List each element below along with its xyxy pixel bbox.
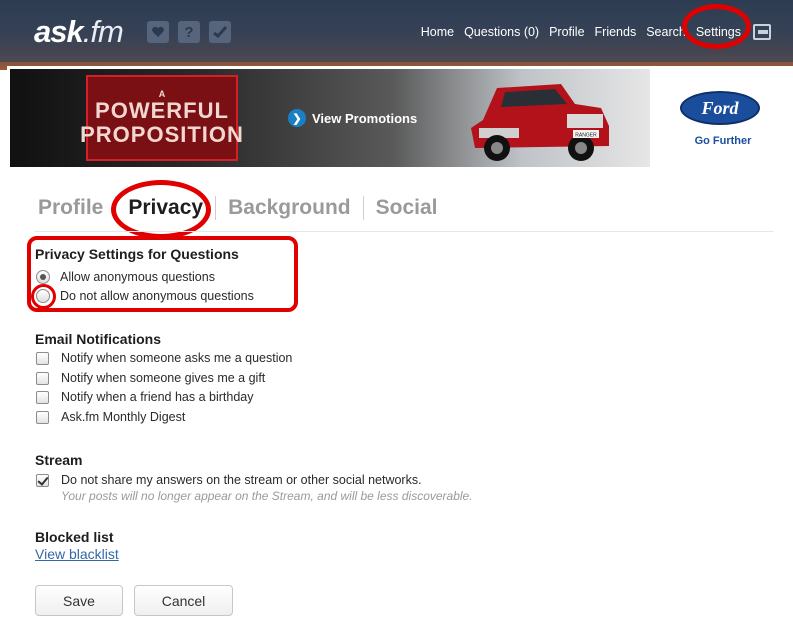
radio-allow-anonymous[interactable]: Allow anonymous questions bbox=[36, 270, 215, 284]
nav-settings[interactable]: Settings bbox=[696, 25, 741, 39]
email-option-question[interactable]: Notify when someone asks me a question bbox=[36, 351, 292, 365]
tab-background[interactable]: Background bbox=[224, 196, 355, 220]
stream-section-title: Stream bbox=[35, 452, 83, 468]
ford-panel: Ford Go Further bbox=[650, 69, 790, 167]
nav-home[interactable]: Home bbox=[421, 25, 454, 39]
exit-icon[interactable] bbox=[753, 24, 771, 40]
checkbox[interactable] bbox=[36, 410, 49, 424]
blocked-section-title: Blocked list bbox=[35, 529, 114, 545]
ad-headline-line2: PROPOSITION bbox=[80, 122, 244, 147]
ad-headline: A POWERFUL PROPOSITION bbox=[80, 75, 243, 161]
check-icon[interactable] bbox=[209, 21, 231, 43]
nav-search[interactable]: Search bbox=[646, 25, 686, 39]
checkbox-label: Do not share my answers on the stream or… bbox=[61, 473, 422, 487]
email-option-birthday[interactable]: Notify when a friend has a birthday bbox=[36, 390, 253, 404]
main-nav: Home Questions (0) Profile Friends Searc… bbox=[421, 22, 793, 42]
ford-logo: Ford bbox=[680, 91, 760, 125]
checkbox[interactable] bbox=[36, 390, 49, 404]
truck-image: RANGER bbox=[471, 84, 609, 161]
promo-label: View Promotions bbox=[312, 110, 418, 126]
radio-disallow-anonymous[interactable]: Do not allow anonymous questions bbox=[36, 289, 254, 303]
radio-button[interactable] bbox=[36, 270, 50, 284]
checkbox-label: Notify when a friend has a birthday bbox=[61, 390, 254, 404]
stream-option[interactable]: Do not share my answers on the stream or… bbox=[36, 473, 422, 487]
tabs-divider bbox=[34, 231, 774, 232]
cancel-button[interactable]: Cancel bbox=[134, 585, 233, 616]
stream-hint: Your posts will no longer appear on the … bbox=[61, 489, 473, 503]
nav-questions[interactable]: Questions (0) bbox=[464, 25, 539, 39]
ad-headline-line1: POWERFUL bbox=[95, 98, 229, 123]
logo-text: ask bbox=[34, 14, 84, 49]
checkbox[interactable] bbox=[36, 351, 49, 365]
banner-ad[interactable]: A POWERFUL PROPOSITION ❯ View Promotions… bbox=[7, 66, 793, 170]
chevron-right-icon: ❯ bbox=[288, 109, 306, 127]
nav-profile[interactable]: Profile bbox=[549, 25, 584, 39]
nav-friends[interactable]: Friends bbox=[595, 25, 637, 39]
checkbox[interactable] bbox=[36, 473, 49, 487]
settings-tabs: Profile Privacy Background Social bbox=[34, 193, 441, 223]
email-section-title: Email Notifications bbox=[35, 331, 162, 347]
email-option-digest[interactable]: Ask.fm Monthly Digest bbox=[36, 410, 185, 424]
tab-social[interactable]: Social bbox=[372, 196, 442, 220]
tab-divider bbox=[115, 196, 117, 220]
ford-tagline: Go Further bbox=[694, 135, 752, 147]
email-option-gift[interactable]: Notify when someone gives me a gift bbox=[36, 371, 265, 385]
logo-suffix: .fm bbox=[82, 14, 124, 49]
tab-profile[interactable]: Profile bbox=[34, 196, 107, 220]
radio-label: Allow anonymous questions bbox=[60, 270, 215, 284]
checkbox-label: Ask.fm Monthly Digest bbox=[61, 410, 186, 424]
logo[interactable]: ask.fm bbox=[34, 14, 124, 50]
save-button[interactable]: Save bbox=[35, 585, 123, 616]
help-icon[interactable]: ? bbox=[178, 21, 200, 43]
view-blacklist-link[interactable]: View blacklist bbox=[35, 546, 119, 562]
checkbox-label: Notify when someone gives me a gift bbox=[61, 371, 266, 385]
tab-divider bbox=[362, 196, 364, 220]
view-promotions-link[interactable]: ❯ View Promotions bbox=[288, 109, 417, 127]
radio-label: Do not allow anonymous questions bbox=[60, 289, 254, 303]
tab-divider bbox=[215, 196, 217, 220]
heart-icon[interactable] bbox=[147, 21, 169, 43]
checkbox-label: Notify when someone asks me a question bbox=[61, 351, 293, 365]
radio-button[interactable] bbox=[36, 289, 50, 303]
tab-privacy[interactable]: Privacy bbox=[124, 196, 207, 220]
truck-plate: RANGER bbox=[575, 133, 597, 139]
privacy-section-title: Privacy Settings for Questions bbox=[35, 246, 239, 262]
top-bar: ask.fm ? Home Questions (0) Profile Frie… bbox=[0, 0, 793, 70]
checkbox[interactable] bbox=[36, 371, 49, 385]
